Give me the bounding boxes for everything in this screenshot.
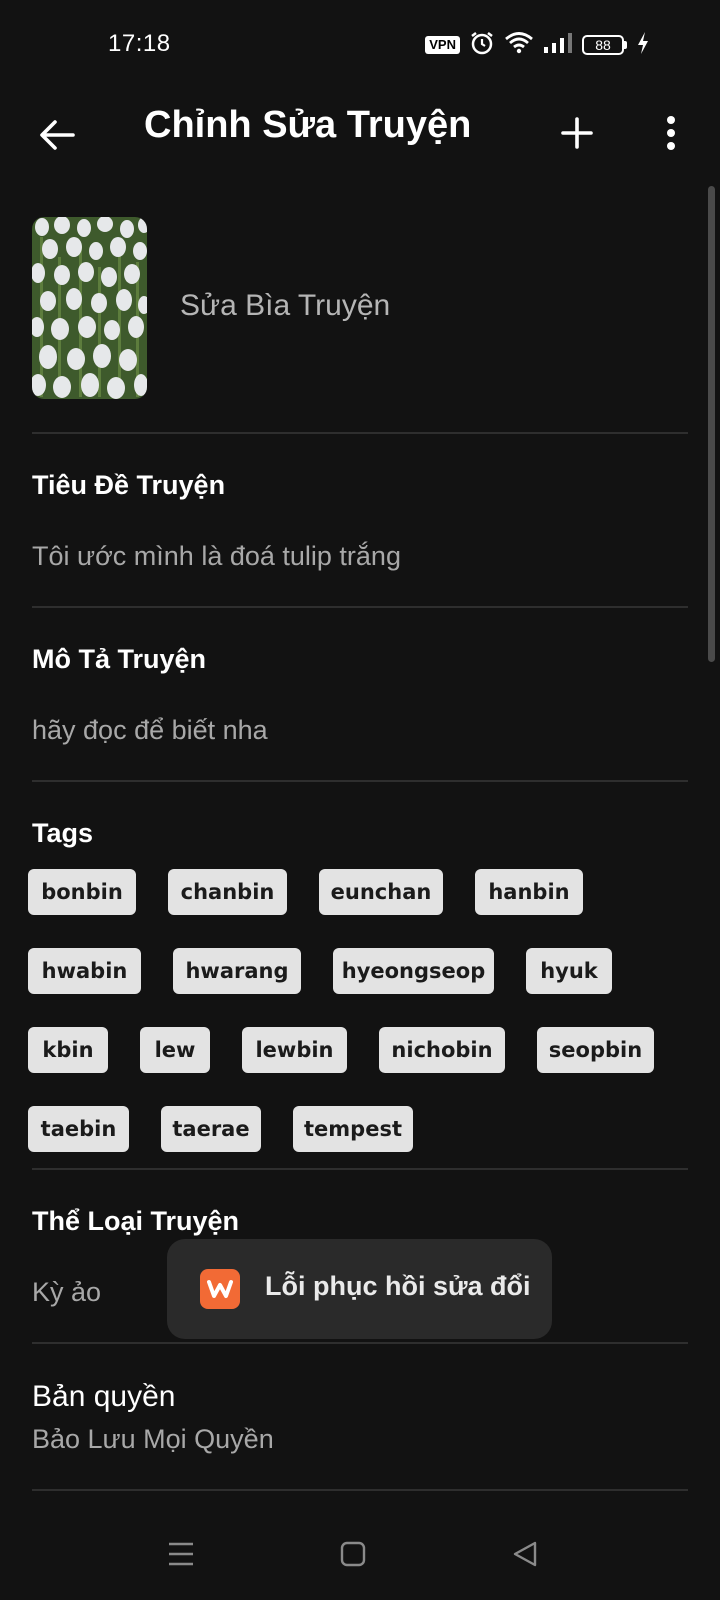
tag-chip[interactable]: nichobin — [379, 1027, 505, 1073]
home-button[interactable] — [331, 1532, 375, 1576]
system-nav-bar — [0, 1510, 720, 1600]
divider — [32, 1168, 688, 1170]
tag-chip[interactable]: hwabin — [28, 948, 141, 994]
status-time: 17:18 — [108, 30, 171, 57]
copyright-field[interactable]: Bảo Lưu Mọi Quyền — [32, 1424, 274, 1455]
description-label: Mô Tả Truyện — [32, 644, 207, 674]
tag-chip[interactable]: kbin — [28, 1027, 108, 1073]
status-bar: 17:18 VPN 88 — [0, 0, 720, 90]
system-back-button[interactable] — [503, 1532, 547, 1576]
cover-image[interactable] — [32, 217, 147, 399]
divider — [32, 780, 688, 782]
recent-apps-button[interactable] — [159, 1532, 203, 1576]
tag-chip[interactable]: bonbin — [28, 869, 136, 915]
tag-chip[interactable]: lewbin — [242, 1027, 347, 1073]
tag-chip[interactable]: eunchan — [319, 869, 443, 915]
more-options-button[interactable] — [648, 108, 694, 158]
tag-chip[interactable]: chanbin — [168, 869, 287, 915]
battery-icon: 88 — [582, 35, 627, 55]
tags-label: Tags — [32, 818, 94, 848]
more-vertical-icon — [667, 116, 675, 150]
vpn-icon: VPN — [425, 36, 460, 54]
genre-field[interactable]: Kỳ ảo — [32, 1277, 101, 1308]
divider — [32, 606, 688, 608]
charging-icon — [636, 31, 650, 60]
edit-cover-label[interactable]: Sửa Bìa Truyện — [180, 289, 390, 323]
tag-chip[interactable]: hwarang — [173, 948, 301, 994]
back-button[interactable] — [32, 110, 82, 160]
tag-chip[interactable]: hyeongseop — [333, 948, 494, 994]
tag-chip[interactable]: lew — [140, 1027, 210, 1073]
menu-icon — [169, 1542, 193, 1566]
story-title-field[interactable]: Tôi ước mình là đoá tulip trắng — [32, 541, 401, 572]
square-icon — [340, 1541, 366, 1567]
page-title: Chỉnh Sửa Truyện — [144, 104, 472, 146]
app-bar: Chỉnh Sửa Truyện — [0, 90, 720, 190]
story-title-label: Tiêu Đề Truyện — [32, 470, 226, 500]
edit-cover-row[interactable]: Sửa Bìa Truyện — [32, 217, 688, 399]
copyright-label: Bản quyền — [32, 1380, 176, 1413]
tag-chip[interactable]: seopbin — [537, 1027, 654, 1073]
alarm-icon — [469, 30, 495, 61]
toast-message: Lỗi phục hồi sửa đổi — [265, 1271, 531, 1301]
tag-chip[interactable]: taebin — [28, 1106, 129, 1152]
divider — [32, 1342, 688, 1344]
tag-chip[interactable]: hyuk — [526, 948, 612, 994]
tag-chip[interactable]: tempest — [293, 1106, 413, 1152]
tag-chip[interactable]: taerae — [161, 1106, 261, 1152]
divider — [32, 432, 688, 434]
wattpad-logo-icon — [200, 1269, 240, 1309]
scrollbar[interactable] — [708, 186, 715, 662]
plus-icon — [561, 117, 593, 149]
signal-icon — [543, 32, 573, 59]
edit-story-screen: 17:18 VPN 88 Chỉnh Sửa Truyện Sửa Bìa Tr… — [0, 0, 720, 1600]
wifi-icon — [504, 31, 534, 60]
description-field[interactable]: hãy đọc để biết nha — [32, 715, 268, 746]
status-icons: VPN 88 — [425, 30, 650, 60]
error-toast: Lỗi phục hồi sửa đổi — [167, 1239, 552, 1339]
divider — [32, 1489, 688, 1491]
back-arrow-icon — [40, 120, 75, 150]
genre-label: Thể Loại Truyện — [32, 1206, 240, 1236]
add-part-button[interactable] — [552, 108, 602, 158]
tag-chip[interactable]: hanbin — [475, 869, 583, 915]
triangle-back-icon — [513, 1541, 537, 1567]
